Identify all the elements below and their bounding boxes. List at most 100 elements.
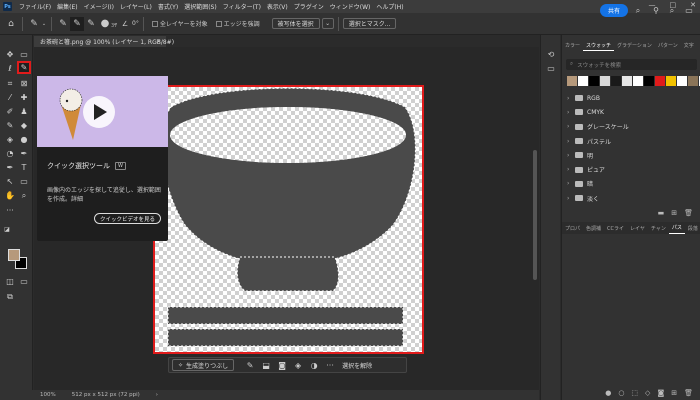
- stamp-tool-icon[interactable]: ♟: [18, 106, 30, 117]
- tab-adjustments[interactable]: 色調補: [583, 222, 604, 234]
- modify-selection-icon[interactable]: ✎: [242, 361, 258, 370]
- watch-video-button[interactable]: クイックビデオを見る: [94, 213, 162, 224]
- type-tool-icon[interactable]: T: [18, 162, 30, 173]
- recent-color-swatch[interactable]: [611, 76, 621, 86]
- tab-cc-libraries[interactable]: CCライ: [604, 222, 627, 234]
- zoom-tool-icon[interactable]: ⌕: [18, 190, 30, 201]
- new-selection-icon[interactable]: ✎: [56, 17, 70, 31]
- lasso-tool-icon[interactable]: ℓ: [4, 63, 16, 74]
- default-colors-icon[interactable]: ◪: [3, 225, 11, 233]
- select-subject-button[interactable]: 被写体を選択: [271, 18, 320, 29]
- tab-properties[interactable]: プロパ: [562, 222, 583, 234]
- swatch-folder-pure[interactable]: › ピュア: [562, 162, 700, 176]
- swatch-folder-light[interactable]: › 明: [562, 148, 700, 162]
- tab-swatches[interactable]: スウォッチ: [583, 40, 615, 51]
- recent-color-swatch[interactable]: [578, 76, 588, 86]
- close-tab-icon[interactable]: ✕: [156, 38, 161, 45]
- history-brush-tool-icon[interactable]: ✎: [4, 120, 16, 131]
- tab-paths[interactable]: パス: [668, 222, 685, 234]
- make-path-icon[interactable]: ◇: [645, 389, 650, 397]
- select-and-mask-button[interactable]: 選択とマスク...: [342, 18, 397, 29]
- tool-preset-icon[interactable]: ✎: [27, 17, 41, 31]
- move-tool-icon[interactable]: ✥: [4, 49, 16, 60]
- tab-patterns[interactable]: パターン: [655, 40, 681, 51]
- paint-bucket-tool-icon[interactable]: ◈: [4, 134, 16, 145]
- foreground-color-swatch[interactable]: [8, 249, 20, 261]
- swatch-folder-rgb[interactable]: › RGB: [562, 91, 700, 105]
- menu-edit[interactable]: 編集(E): [54, 2, 80, 11]
- chevron-down-icon[interactable]: ⌄: [41, 17, 47, 31]
- add-mask-icon[interactable]: ◙: [657, 389, 664, 397]
- swatch-folder-dark[interactable]: › 暗: [562, 177, 700, 191]
- new-folder-icon[interactable]: ▬: [658, 209, 665, 217]
- brush-picker-icon[interactable]: ●: [98, 17, 112, 31]
- load-selection-icon[interactable]: ⬚: [631, 389, 638, 397]
- adjustment-layer-icon[interactable]: ◑: [306, 361, 322, 370]
- recent-color-swatch[interactable]: [633, 76, 643, 86]
- create-mask-icon[interactable]: ◙: [274, 361, 290, 370]
- subtract-selection-icon[interactable]: ✎: [84, 17, 98, 31]
- vertical-scrollbar[interactable]: [533, 150, 537, 280]
- generative-icon[interactable]: ⧉: [4, 291, 16, 302]
- rectangle-tool-icon[interactable]: ▭: [18, 176, 30, 187]
- spot-healing-tool-icon[interactable]: ✚: [18, 92, 30, 103]
- pen-tool-icon[interactable]: ✒: [18, 148, 30, 159]
- brush-tool-icon[interactable]: ✐: [4, 106, 16, 117]
- delete-icon[interactable]: 🗑: [684, 389, 693, 397]
- tab-gradients[interactable]: グラデーション: [614, 40, 655, 51]
- menu-plugins[interactable]: プラグイン: [291, 2, 327, 11]
- delete-icon[interactable]: 🗑: [684, 209, 693, 217]
- help-icon[interactable]: ⌕: [632, 4, 644, 17]
- share-button[interactable]: 共有: [599, 4, 628, 17]
- recent-color-swatch[interactable]: [655, 76, 665, 86]
- menu-window[interactable]: ウィンドウ(W): [327, 2, 374, 11]
- more-tools-icon[interactable]: ···: [4, 205, 16, 216]
- select-inverse-icon[interactable]: ⬓: [258, 361, 274, 370]
- swatch-search-input[interactable]: ⌕ スウォッチを検索: [566, 59, 697, 70]
- recent-color-swatch[interactable]: [677, 76, 687, 86]
- blur-tool-icon[interactable]: ●: [18, 134, 30, 145]
- quick-mask-icon[interactable]: ◫: [4, 276, 16, 287]
- home-icon[interactable]: ⌂: [4, 17, 18, 31]
- menu-file[interactable]: ファイル(F): [16, 2, 54, 11]
- chevron-right-icon[interactable]: ›: [156, 392, 158, 398]
- recent-color-swatch[interactable]: [666, 76, 676, 86]
- fill-selection-icon[interactable]: ◈: [290, 361, 306, 370]
- recent-color-swatch[interactable]: [600, 76, 610, 86]
- menu-view[interactable]: 表示(V): [264, 2, 291, 11]
- swatch-folder-grayscale[interactable]: › グレースケール: [562, 120, 700, 134]
- eraser-tool-icon[interactable]: ◆: [18, 120, 30, 131]
- sample-all-layers-checkbox[interactable]: 全レイヤーを対象: [151, 19, 208, 28]
- new-path-icon[interactable]: ⊞: [671, 389, 677, 397]
- discover-icon[interactable]: ⚲: [650, 4, 662, 17]
- comments-panel-icon[interactable]: ▭: [545, 63, 557, 74]
- swatch-folder-pale[interactable]: › 淡く: [562, 191, 700, 205]
- select-subject-dropdown[interactable]: ⌄: [321, 18, 334, 29]
- eyedropper-tool-icon[interactable]: ⁄: [4, 92, 16, 103]
- menu-filter[interactable]: フィルター(T): [220, 2, 264, 11]
- path-selection-tool-icon[interactable]: ↖: [4, 176, 16, 187]
- pen-tool-icon[interactable]: ✒: [4, 162, 16, 173]
- history-panel-icon[interactable]: ⟲: [545, 49, 557, 60]
- hand-tool-icon[interactable]: ✋: [4, 190, 16, 201]
- stroke-path-icon[interactable]: ○: [618, 389, 624, 397]
- workspace-icon[interactable]: ▭: [683, 4, 695, 17]
- deselect-button[interactable]: 選択を解除: [342, 361, 372, 370]
- recent-color-swatch[interactable]: [644, 76, 654, 86]
- swatch-folder-pastel[interactable]: › パステル: [562, 134, 700, 148]
- search-icon[interactable]: ⌕: [666, 4, 678, 17]
- tab-layers[interactable]: レイヤ: [627, 222, 648, 234]
- recent-color-swatch[interactable]: [589, 76, 599, 86]
- fill-path-icon[interactable]: ●: [605, 389, 611, 397]
- tab-character[interactable]: 文字: [681, 40, 697, 51]
- document-tab[interactable]: お茶碗と箸.png @ 100% (レイヤー 1, RGB/8#) ✕: [34, 36, 174, 47]
- generative-fill-button[interactable]: ✧ 生成塗りつぶし: [172, 359, 235, 371]
- menu-layer[interactable]: レイヤー(L): [117, 2, 155, 11]
- menu-image[interactable]: イメージ(I): [81, 2, 117, 11]
- recent-color-swatch[interactable]: [567, 76, 577, 86]
- add-to-selection-icon[interactable]: ✎: [70, 16, 84, 31]
- more-options-icon[interactable]: ···: [322, 361, 338, 370]
- angle-icon[interactable]: ∠: [118, 17, 132, 31]
- enhance-edge-checkbox[interactable]: エッジを強調: [215, 19, 260, 28]
- document-canvas[interactable]: [153, 85, 424, 354]
